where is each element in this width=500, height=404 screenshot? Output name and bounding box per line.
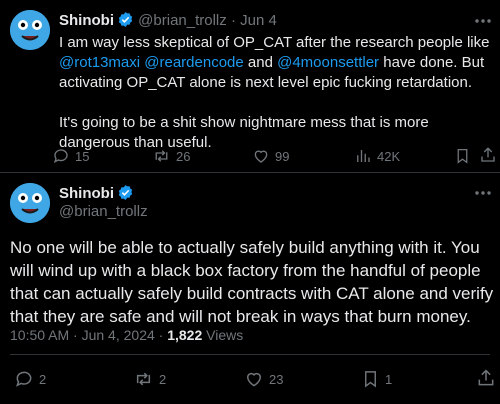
handle[interactable]: @brian_trollz	[138, 12, 227, 29]
post-2-body: No one will be able to actually safely b…	[10, 238, 494, 326]
avatar-image	[10, 183, 50, 223]
views-chart-icon	[357, 150, 370, 162]
more-dots-icon[interactable]	[474, 186, 492, 204]
share-icon[interactable]	[476, 368, 496, 393]
post-header: Shinobi @brian_trollz · Jun 4	[59, 11, 277, 32]
post-text: and	[243, 54, 278, 71]
like-button[interactable]: 23	[244, 369, 283, 389]
separator-dot: ·	[230, 12, 236, 29]
bookmark-count: 1	[385, 371, 393, 387]
mention-link[interactable]: @4moonsettler	[277, 54, 379, 71]
repost-button[interactable]: 26	[152, 147, 190, 165]
verified-badge-icon	[117, 11, 134, 32]
avatar-image	[10, 10, 50, 50]
post-date[interactable]: Jun 4	[240, 12, 277, 29]
post-text: I am way less skeptical of OP_CAT after …	[59, 34, 490, 51]
divider	[10, 354, 490, 355]
avatar[interactable]	[10, 183, 50, 223]
timestamp[interactable]: 10:50 AM · Jun 4, 2024 ·	[10, 327, 167, 343]
views-count: 1,822	[167, 327, 203, 343]
share-icon[interactable]	[479, 146, 497, 169]
display-name[interactable]: Shinobi	[59, 12, 114, 29]
post-1-body: I am way less skeptical of OP_CAT after …	[59, 33, 491, 153]
avatar[interactable]	[10, 10, 50, 50]
display-name[interactable]: Shinobi	[59, 185, 114, 202]
views-count: 42K	[377, 148, 401, 164]
bookmark-icon[interactable]	[454, 147, 471, 170]
more-dots-icon[interactable]	[474, 14, 492, 32]
repost-count: 26	[176, 148, 191, 164]
reply-icon	[53, 149, 68, 163]
mention-link[interactable]: @rot13maxi	[59, 54, 140, 71]
like-count: 99	[275, 148, 290, 164]
divider	[0, 172, 500, 173]
handle[interactable]: @brian_trollz	[59, 203, 148, 220]
reply-count: 2	[39, 371, 47, 387]
repost-icon	[136, 372, 151, 386]
reply-button[interactable]: 2	[14, 369, 46, 389]
views-label: Views	[202, 327, 244, 343]
bookmark-button[interactable]: 1	[361, 369, 392, 389]
reply-button[interactable]: 15	[52, 147, 89, 165]
mention-link[interactable]: @reardencode	[144, 54, 243, 71]
heart-icon	[254, 150, 268, 163]
like-button[interactable]: 99	[252, 147, 289, 165]
post-meta: 10:50 AM · Jun 4, 2024 · 1,822 Views	[10, 327, 243, 343]
reply-icon	[16, 371, 32, 387]
repost-icon	[155, 150, 168, 162]
heart-icon	[247, 372, 261, 387]
bookmark-icon	[365, 371, 376, 388]
like-count: 23	[269, 371, 284, 387]
reply-count: 15	[75, 148, 90, 164]
views-button[interactable]: 42K	[354, 147, 400, 165]
repost-button[interactable]: 2	[133, 369, 166, 389]
repost-count: 2	[159, 371, 167, 387]
